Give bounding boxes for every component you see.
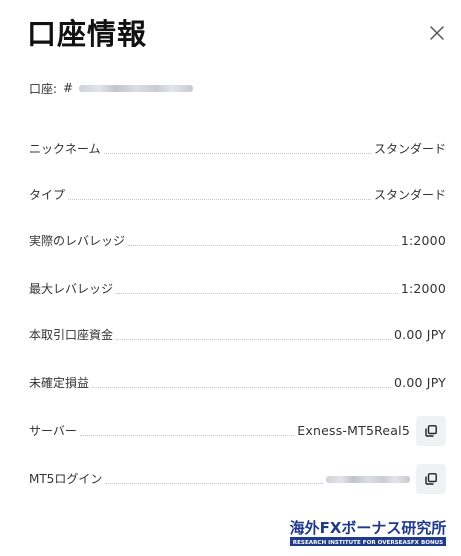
watermark-logo: 海外FXボーナス研究所 RESEARCH INSTITUTE FOR OVERS… bbox=[289, 517, 447, 547]
row-label: 本取引口座資金 bbox=[29, 328, 114, 342]
dotted-leader bbox=[116, 292, 398, 294]
row-max-leverage: 最大レバレッジ 1:2000 bbox=[29, 277, 446, 297]
row-nickname: ニックネーム スタンダード bbox=[29, 137, 446, 157]
row-value: 1:2000 bbox=[400, 281, 446, 296]
row-trading-funds: 本取引口座資金 0.00 JPY bbox=[29, 323, 446, 343]
account-number-line: 口座: # bbox=[29, 79, 194, 97]
mt5-login-redacted bbox=[326, 476, 410, 483]
row-server: サーバー Exness-MT5Real5 bbox=[29, 416, 446, 446]
account-label: 口座: bbox=[29, 81, 58, 96]
row-label: 最大レバレッジ bbox=[29, 282, 114, 296]
dotted-leader bbox=[92, 386, 391, 388]
row-label: サーバー bbox=[29, 424, 77, 438]
account-number-redacted bbox=[79, 84, 194, 92]
row-label: 未確定損益 bbox=[29, 376, 90, 390]
svg-text:海外FXボーナス研究所: 海外FXボーナス研究所 bbox=[290, 519, 447, 537]
row-label: タイプ bbox=[29, 188, 66, 202]
row-value: 0.00 JPY bbox=[394, 375, 446, 390]
row-value: スタンダード bbox=[373, 188, 446, 202]
row-mt5-login: MT5ログイン bbox=[29, 464, 446, 494]
copy-server-button[interactable] bbox=[416, 416, 446, 446]
dotted-leader bbox=[68, 198, 371, 200]
row-label: MT5ログイン bbox=[29, 472, 103, 486]
row-label: 実際のレバレッジ bbox=[29, 234, 126, 248]
copy-login-button[interactable] bbox=[416, 464, 446, 494]
row-unrealized-pl: 未確定損益 0.00 JPY bbox=[29, 371, 446, 391]
server-value: Exness-MT5Real5 bbox=[297, 423, 410, 438]
dotted-leader bbox=[128, 244, 398, 246]
row-label: ニックネーム bbox=[29, 142, 101, 156]
row-actual-leverage: 実際のレバレッジ 1:2000 bbox=[29, 229, 446, 249]
dialog-title: 口座情報 bbox=[27, 17, 148, 51]
dotted-leader bbox=[103, 152, 371, 154]
close-icon bbox=[430, 26, 444, 40]
close-button[interactable] bbox=[426, 22, 448, 44]
row-value: 0.00 JPY bbox=[394, 327, 446, 342]
dotted-leader bbox=[79, 434, 295, 436]
account-info-dialog: 口座情報 口座: # ニックネーム スタンダード タイプ スタンダード 実際のレ… bbox=[0, 0, 461, 556]
row-type: タイプ スタンダード bbox=[29, 183, 446, 203]
dotted-leader bbox=[116, 338, 391, 340]
dotted-leader bbox=[105, 482, 323, 484]
row-value: スタンダード bbox=[373, 142, 446, 156]
copy-icon bbox=[425, 425, 437, 437]
copy-icon bbox=[425, 473, 437, 485]
row-value: 1:2000 bbox=[400, 233, 446, 248]
account-hash: # bbox=[63, 81, 74, 95]
svg-text:RESEARCH INSTITUTE FOR OVERSEA: RESEARCH INSTITUTE FOR OVERSEASFX BONUS bbox=[293, 540, 443, 546]
